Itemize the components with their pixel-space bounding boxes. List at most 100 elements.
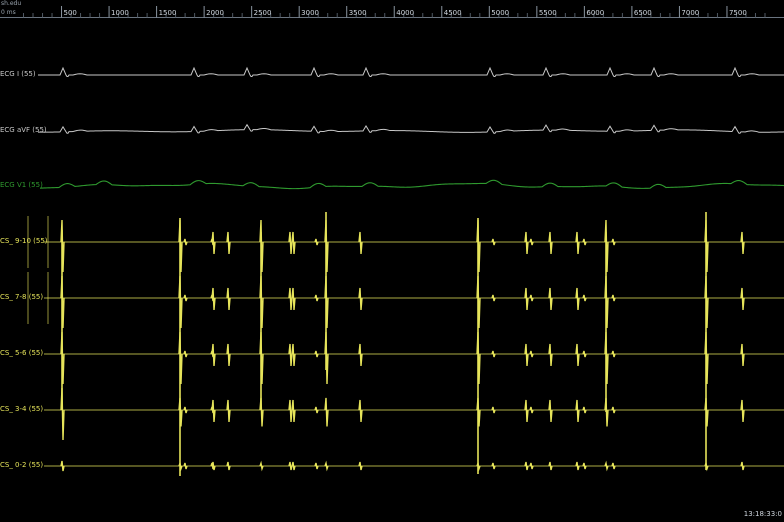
channel-trace-1[interactable] <box>38 66 784 77</box>
cs-near-field-spike <box>288 399 293 423</box>
time-tick-label: 6000 <box>586 9 605 17</box>
cs-near-field-spike <box>291 461 296 471</box>
cs-small-deflection <box>491 406 496 414</box>
cs-near-field-spike <box>575 343 580 367</box>
channel-trace-2[interactable] <box>38 123 784 134</box>
cs-near-field-spike <box>358 461 363 471</box>
cs-near-field-spike <box>524 461 529 471</box>
cs-small-deflection <box>491 350 496 358</box>
cs-near-field-spike <box>288 287 293 311</box>
cs-small-deflection <box>611 294 616 302</box>
cs-near-field-spike <box>740 231 745 255</box>
time-tick-label: 1000 <box>111 9 129 17</box>
cs-near-field-spike <box>524 231 529 255</box>
signal-canvas[interactable] <box>0 0 784 522</box>
cs-small-deflection <box>611 406 616 414</box>
cs-small-deflection <box>582 294 587 302</box>
cs-small-deflection <box>611 350 616 358</box>
cs-near-field-spike <box>524 399 529 423</box>
time-tick-label: 500 <box>63 9 77 17</box>
time-tick-label: 4000 <box>396 9 415 17</box>
time-tick-label: 5500 <box>538 9 557 17</box>
cs-near-field-spike <box>226 343 231 367</box>
cs-small-deflection <box>183 406 188 414</box>
time-tick-label: 7000 <box>681 9 700 17</box>
time-tick-label: 1500 <box>158 9 177 17</box>
channel-trace-5[interactable] <box>27 272 784 329</box>
signal-trace <box>38 66 784 77</box>
cs-small-deflection <box>183 238 188 246</box>
time-tick-label: 5000 <box>491 9 510 17</box>
cs-small-deflection <box>314 350 319 358</box>
cs-near-field-spike <box>524 343 529 367</box>
cs-far-field-spike <box>324 460 329 472</box>
cs-small-deflection <box>314 462 319 470</box>
cs-small-deflection <box>314 238 319 246</box>
time-tick-label: 3500 <box>348 9 367 17</box>
cs-small-deflection <box>582 462 587 470</box>
cs-near-field-spike <box>548 231 553 255</box>
cs-small-deflection <box>314 294 319 302</box>
cs-small-deflection <box>491 294 496 302</box>
cs-far-field-spike <box>259 460 264 472</box>
time-tick-label: 7500 <box>728 9 747 17</box>
timestamp: 13:18:33:0 <box>743 510 782 518</box>
cs-small-deflection <box>183 350 188 358</box>
cs-small-deflection <box>529 350 534 358</box>
cs-near-field-spike <box>358 231 363 255</box>
cs-near-field-spike <box>548 287 553 311</box>
cs-far-field-spike <box>324 397 329 427</box>
cs-small-deflection <box>582 406 587 414</box>
cs-near-field-spike <box>575 287 580 311</box>
signal-trace <box>38 123 784 134</box>
cs-far-field-spike <box>60 460 65 472</box>
channel-trace-8[interactable] <box>44 460 784 472</box>
cs-near-field-spike <box>288 231 293 255</box>
cs-near-field-spike <box>288 343 293 367</box>
time-tick-label: 4500 <box>443 9 462 17</box>
channel-trace-3[interactable] <box>39 179 784 190</box>
time-tick-label: 6500 <box>633 9 652 17</box>
cs-small-deflection <box>529 294 534 302</box>
ep-recording-view: sh.edu 0 ms 500 1000 1500 2000 2500 3000 3500 4… <box>0 0 784 522</box>
cs-near-field-spike <box>740 399 745 423</box>
cs-small-deflection <box>183 462 188 470</box>
cs-near-field-spike <box>740 287 745 311</box>
cs-small-deflection <box>611 462 616 470</box>
signal-trace <box>39 179 784 190</box>
cs-near-field-spike <box>740 343 745 367</box>
cs-small-deflection <box>611 238 616 246</box>
cs-near-field-spike <box>524 287 529 311</box>
cs-near-field-spike <box>548 461 553 471</box>
cs-small-deflection <box>491 462 496 470</box>
cs-near-field-spike <box>358 343 363 367</box>
channel-trace-4[interactable] <box>27 216 784 273</box>
cs-near-field-spike <box>226 461 231 471</box>
cs-far-field-spike <box>604 460 609 472</box>
cs-small-deflection <box>529 462 534 470</box>
cs-near-field-spike <box>358 287 363 311</box>
time-tick-label: 2500 <box>253 9 272 17</box>
cs-small-deflection <box>582 350 587 358</box>
channel-trace-7[interactable] <box>44 387 784 441</box>
cs-near-field-spike <box>358 399 363 423</box>
cs-small-deflection <box>582 238 587 246</box>
time-tick-label: 2000 <box>206 9 224 17</box>
cs-small-deflection <box>529 238 534 246</box>
cs-near-field-spike <box>288 461 293 471</box>
cs-near-field-spike <box>226 287 231 311</box>
channel-trace-6[interactable] <box>44 331 784 385</box>
cs-small-deflection <box>491 238 496 246</box>
cs-near-field-spike <box>226 399 231 423</box>
cs-near-field-spike <box>548 343 553 367</box>
cs-small-deflection <box>314 406 319 414</box>
cs-small-deflection <box>529 406 534 414</box>
cs-near-field-spike <box>575 231 580 255</box>
cs-near-field-spike <box>548 399 553 423</box>
cs-near-field-spike <box>740 461 745 471</box>
cs-small-deflection <box>183 294 188 302</box>
time-tick-label: 3000 <box>301 9 319 17</box>
cs-near-field-spike <box>226 231 231 255</box>
cs-near-field-spike <box>575 461 580 471</box>
cs-near-field-spike <box>575 399 580 423</box>
